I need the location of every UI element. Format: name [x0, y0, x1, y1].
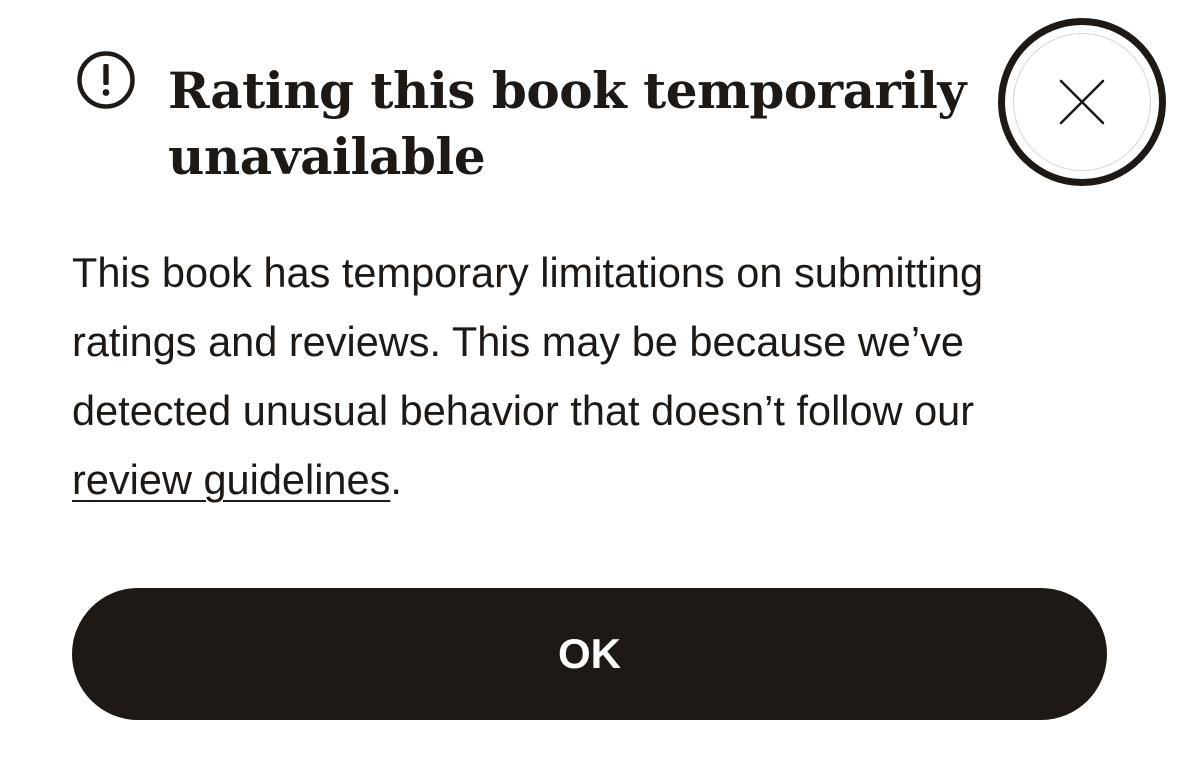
rating-unavailable-dialog: Rating this book temporarily unavailable… — [0, 0, 1179, 779]
alert-circle-icon — [77, 51, 135, 109]
dialog-title: Rating this book temporarily unavailable — [168, 61, 966, 186]
dialog-message-text: This book has temporary limitations on s… — [72, 249, 984, 434]
close-icon — [1059, 79, 1105, 125]
dialog-message: This book has temporary limitations on s… — [72, 238, 1082, 514]
review-guidelines-link[interactable]: review guidelines — [72, 456, 390, 503]
close-button[interactable] — [998, 18, 1166, 186]
ok-button[interactable]: OK — [72, 588, 1107, 720]
dialog-message-end: . — [390, 456, 402, 503]
